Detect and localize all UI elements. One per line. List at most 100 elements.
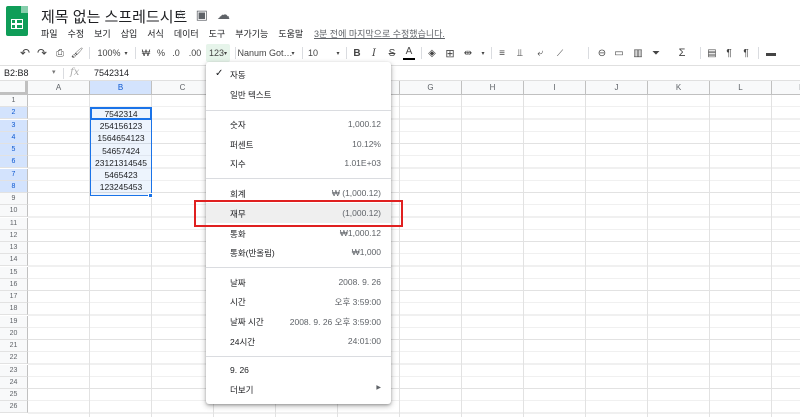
row-header-16[interactable]: 16 [0, 278, 28, 291]
print-icon[interactable]: ⎙ [53, 44, 67, 62]
menu-item-currency-rounded[interactable]: 통화(반올림) ₩1,000 [206, 242, 391, 262]
menu-item-number[interactable]: 숫자 1,000.12 [206, 114, 391, 134]
last-edit-link[interactable]: 3분 전에 마지막으로 수정했습니다. [314, 27, 445, 40]
filter-icon[interactable]: ⏷ [650, 44, 662, 62]
name-box[interactable]: B2:B8 [4, 68, 54, 78]
text-wrap-icon[interactable]: ⤶ [534, 44, 546, 62]
row-header-1[interactable]: 1 [0, 95, 28, 107]
undo-icon[interactable]: ↶ [18, 44, 32, 62]
keyboard-icon[interactable]: ▬ [764, 44, 778, 62]
row-header-7[interactable]: 7 [0, 168, 28, 181]
comment-icon[interactable]: ▭ [613, 44, 625, 62]
cell-b7[interactable]: 5465423 [90, 169, 152, 181]
row-header-6[interactable]: 6 [0, 156, 28, 169]
row-header-3[interactable]: 3 [0, 119, 28, 132]
italic-button[interactable]: I [368, 44, 380, 62]
menu-file[interactable]: 파일 [41, 27, 58, 40]
column-header-g[interactable]: G [400, 81, 462, 95]
cell-b4[interactable]: 1564654123 [90, 132, 152, 144]
menu-edit[interactable]: 수정 [68, 27, 85, 40]
cell-b5[interactable]: 54657424 [90, 145, 152, 157]
row-header-4[interactable]: 4 [0, 131, 28, 144]
row-header-2[interactable]: 2 [0, 107, 28, 120]
column-header-i[interactable]: I [524, 81, 586, 95]
menu-item-scientific[interactable]: 지수 1.01E+03 [206, 153, 391, 173]
menu-item-more[interactable]: 더보기 ▶ [206, 379, 391, 399]
select-all-corner[interactable] [0, 81, 28, 95]
column-header-k[interactable]: K [648, 81, 710, 95]
row-header-25[interactable]: 25 [0, 389, 28, 401]
text-rotation-icon[interactable]: ⟋ [553, 44, 567, 62]
row-header-24[interactable]: 24 [0, 376, 28, 389]
row-header-8[interactable]: 8 [0, 180, 28, 193]
increase-decimal-button[interactable]: .00 [186, 44, 204, 62]
fill-color-icon[interactable]: ◈ [426, 44, 438, 62]
menu-item-time[interactable]: 시간 오후 3:59:00 [206, 291, 391, 311]
zoom-select[interactable]: 100% [96, 44, 122, 62]
row-header-13[interactable]: 13 [0, 242, 28, 254]
menu-view[interactable]: 보기 [94, 27, 111, 40]
redo-icon[interactable]: ↷ [35, 44, 49, 62]
row-header-12[interactable]: 12 [0, 229, 28, 242]
row-header-18[interactable]: 18 [0, 303, 28, 316]
font-size-select[interactable]: 10 [306, 44, 320, 62]
horizontal-align-icon[interactable]: ≡ [496, 44, 508, 62]
row-header-22[interactable]: 22 [0, 352, 28, 365]
number-format-button[interactable]: 123 ▾ [206, 44, 230, 62]
sheets-logo-icon[interactable] [6, 6, 28, 36]
menu-item-plain-text[interactable]: 일반 텍스트 [206, 84, 391, 104]
row-header-10[interactable]: 10 [0, 205, 28, 218]
menu-item-duration[interactable]: 24시간 24:01:00 [206, 331, 391, 351]
menu-tools[interactable]: 도구 [209, 27, 226, 40]
font-select[interactable]: Nanum Got… [237, 44, 292, 62]
percent-format-button[interactable]: % [155, 44, 167, 62]
document-title[interactable]: 제목 없는 스프레드시트 [41, 6, 187, 27]
star-icon[interactable]: ☆ [175, 7, 187, 23]
cell-b3[interactable]: 254156123 [90, 120, 152, 132]
row-header-14[interactable]: 14 [0, 254, 28, 267]
menu-item-datetime[interactable]: 날짜 시간 2008. 9. 26 오후 3:59:00 [206, 311, 391, 331]
column-header-b[interactable]: B [90, 81, 152, 95]
menu-item-percent[interactable]: 퍼센트 10.12% [206, 134, 391, 154]
row-header-26[interactable]: 26 [0, 401, 28, 414]
row-header-23[interactable]: 23 [0, 364, 28, 377]
column-header-m[interactable]: M [772, 81, 800, 95]
menu-help[interactable]: 도움말 [278, 27, 303, 40]
row-header-21[interactable]: 21 [0, 340, 28, 352]
bold-button[interactable]: B [351, 44, 363, 62]
cell-b8[interactable]: 123245453 [90, 181, 152, 193]
cell-b6[interactable]: 23121314545 [90, 157, 152, 169]
ltr-icon[interactable]: ¶ [723, 44, 735, 62]
row-header-19[interactable]: 19 [0, 315, 28, 328]
function-icon[interactable]: Σ [676, 44, 688, 62]
currency-format-button[interactable]: ₩ [140, 44, 152, 62]
menu-format[interactable]: 서식 [147, 27, 164, 40]
row-header-5[interactable]: 5 [0, 144, 28, 156]
text-color-button[interactable]: A [403, 44, 415, 60]
row-header-9[interactable]: 9 [0, 193, 28, 205]
menu-item-auto[interactable]: ✓ 자동 [206, 64, 391, 84]
chart-icon[interactable]: ▥ [632, 44, 644, 62]
input-tools-icon[interactable]: ▤ [706, 44, 718, 62]
strikethrough-button[interactable]: S [386, 44, 398, 62]
column-header-j[interactable]: J [586, 81, 648, 95]
formula-input[interactable]: 7542314 [94, 68, 129, 78]
menu-item-recent-custom[interactable]: 9. 26 [206, 360, 391, 380]
folder-icon[interactable]: ▣ [196, 7, 208, 23]
column-header-l[interactable]: L [710, 81, 772, 95]
menu-item-date[interactable]: 날짜 2008. 9. 26 [206, 272, 391, 292]
column-header-h[interactable]: H [462, 81, 524, 95]
vertical-align-icon[interactable]: ⫫ [514, 44, 526, 62]
link-icon[interactable]: ⊖ [596, 44, 608, 62]
decrease-decimal-button[interactable]: .0 [169, 44, 183, 62]
column-header-c[interactable]: C [152, 81, 214, 95]
fill-handle[interactable] [148, 193, 153, 198]
borders-icon[interactable]: ⊞ [444, 44, 456, 62]
row-header-20[interactable]: 20 [0, 327, 28, 340]
row-header-15[interactable]: 15 [0, 266, 28, 279]
merge-cells-icon[interactable]: ⇹ [460, 44, 476, 62]
column-header-a[interactable]: A [28, 81, 90, 95]
cloud-icon[interactable]: ☁ [217, 7, 230, 23]
row-header-11[interactable]: 11 [0, 217, 28, 230]
cell-b2[interactable]: 7542314 [90, 108, 152, 120]
